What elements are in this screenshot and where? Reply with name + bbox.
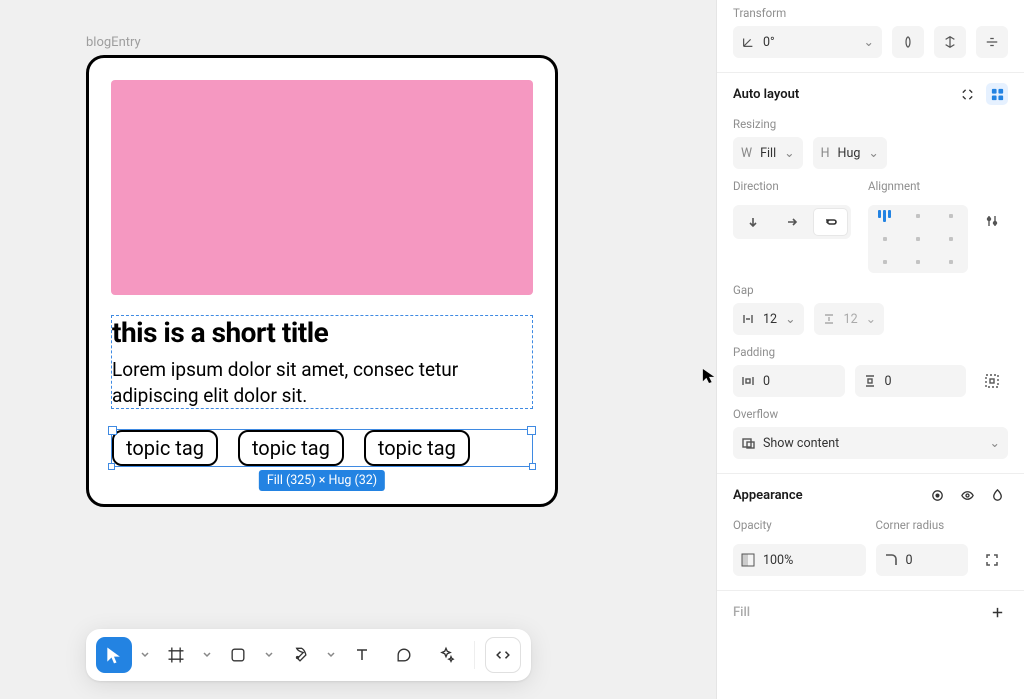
gap-horizontal-icon bbox=[741, 312, 755, 326]
pen-tool-button[interactable] bbox=[282, 637, 318, 673]
style-button[interactable] bbox=[926, 484, 948, 506]
direction-wrap-button[interactable] bbox=[814, 209, 847, 235]
fill-title: Fill bbox=[733, 605, 750, 620]
height-mode-value: Hug bbox=[838, 146, 861, 161]
corner-icon bbox=[884, 553, 898, 567]
dev-mode-button[interactable] bbox=[485, 637, 521, 673]
padding-horizontal-input[interactable]: 0 bbox=[733, 365, 845, 397]
width-resizing-select[interactable]: WFill ⌄ bbox=[733, 137, 803, 169]
add-autolayout-button[interactable] bbox=[986, 83, 1008, 105]
corner-value: 0 bbox=[906, 553, 913, 568]
overflow-value: Show content bbox=[763, 436, 839, 451]
direction-horizontal-button[interactable] bbox=[776, 209, 809, 235]
gap-value: 12 bbox=[763, 312, 777, 327]
appearance-title: Appearance bbox=[733, 488, 803, 503]
advanced-layout-button[interactable] bbox=[976, 205, 1008, 237]
gap-main-input[interactable]: 12 ⌄ bbox=[733, 303, 804, 335]
auto-layout-section: Auto layout Resizing WFill ⌄ HHug ⌄ Dire… bbox=[717, 73, 1024, 474]
individual-padding-button[interactable] bbox=[976, 365, 1008, 397]
comment-tool-button[interactable] bbox=[386, 637, 422, 673]
shape-tool-caret[interactable] bbox=[262, 650, 276, 660]
topic-tag[interactable]: topic tag bbox=[112, 430, 218, 466]
tools-toolbar bbox=[86, 629, 531, 681]
chevron-down-icon: ⌄ bbox=[866, 311, 876, 327]
pen-tool-caret[interactable] bbox=[324, 650, 338, 660]
shape-tool-button[interactable] bbox=[220, 637, 256, 673]
chevron-down-icon: ⌄ bbox=[868, 145, 878, 161]
gap-label: Gap bbox=[733, 283, 1008, 297]
move-tool-caret[interactable] bbox=[138, 650, 152, 660]
topic-tag[interactable]: topic tag bbox=[364, 430, 470, 466]
fill-section: Fill bbox=[717, 591, 1024, 637]
chevron-down-icon: ⌄ bbox=[784, 145, 794, 161]
direction-vertical-button[interactable] bbox=[737, 209, 770, 235]
rotation-value: 0° bbox=[763, 35, 775, 50]
opacity-value: 100% bbox=[763, 553, 793, 568]
flip-horizontal-button[interactable] bbox=[892, 26, 924, 58]
padding-h-value: 0 bbox=[763, 374, 770, 389]
tag-row-selection[interactable]: topic tag topic tag topic tag Fill (325)… bbox=[111, 429, 533, 467]
visibility-button[interactable] bbox=[956, 484, 978, 506]
selection-dimensions-badge: Fill (325) × Hug (32) bbox=[259, 470, 385, 491]
width-mode-value: Fill bbox=[760, 146, 776, 161]
frame-blogentry[interactable]: this is a short title Lorem ipsum dolor … bbox=[86, 55, 558, 507]
design-canvas[interactable]: blogEntry this is a short title Lorem ip… bbox=[0, 0, 716, 699]
padding-vertical-input[interactable]: 0 bbox=[855, 365, 967, 397]
direction-group bbox=[733, 205, 851, 239]
toolbar-separator bbox=[474, 641, 475, 669]
blog-body-text[interactable]: Lorem ipsum dolor sit amet, consec tetur… bbox=[112, 357, 532, 408]
chevron-down-icon: ⌄ bbox=[990, 435, 1000, 451]
text-tool-button[interactable] bbox=[344, 637, 380, 673]
gap-cross-input[interactable]: 12 ⌄ bbox=[814, 303, 885, 335]
ai-tool-button[interactable] bbox=[428, 637, 464, 673]
add-fill-button[interactable] bbox=[986, 601, 1008, 623]
angle-icon bbox=[741, 35, 755, 49]
topic-tag[interactable]: topic tag bbox=[238, 430, 344, 466]
direction-label: Direction bbox=[733, 179, 858, 193]
hero-rectangle[interactable] bbox=[111, 80, 533, 295]
opacity-input[interactable]: 100% bbox=[733, 544, 866, 576]
text-block-selection[interactable]: this is a short title Lorem ipsum dolor … bbox=[111, 315, 533, 409]
individual-corners-button[interactable] bbox=[976, 544, 1008, 576]
transform-label: Transform bbox=[733, 6, 1008, 20]
padding-vertical-icon bbox=[863, 374, 877, 388]
chevron-down-icon: ⌄ bbox=[785, 311, 795, 327]
resizing-label: Resizing bbox=[733, 117, 1008, 131]
align-tidy-button[interactable] bbox=[976, 26, 1008, 58]
transform-section: Transform 0° ⌄ bbox=[717, 0, 1024, 73]
padding-v-value: 0 bbox=[885, 374, 892, 389]
alignment-label: Alignment bbox=[868, 179, 1008, 193]
height-resizing-select[interactable]: HHug ⌄ bbox=[813, 137, 887, 169]
frame-tool-caret[interactable] bbox=[200, 650, 214, 660]
gap-vertical-icon bbox=[822, 312, 836, 326]
overflow-icon bbox=[741, 436, 755, 450]
corner-radius-label: Corner radius bbox=[876, 518, 1009, 532]
frame-tool-button[interactable] bbox=[158, 637, 194, 673]
design-panel[interactable]: Transform 0° ⌄ Auto layout Resizing bbox=[716, 0, 1024, 699]
move-tool-button[interactable] bbox=[96, 637, 132, 673]
alignment-top-left[interactable] bbox=[878, 210, 891, 222]
opacity-icon bbox=[741, 553, 755, 567]
remove-autolayout-button[interactable] bbox=[956, 83, 978, 105]
overflow-select[interactable]: Show content ⌄ bbox=[733, 427, 1008, 459]
alignment-grid[interactable] bbox=[868, 205, 968, 273]
gap-cross-value: 12 bbox=[844, 312, 858, 327]
padding-horizontal-icon bbox=[741, 374, 755, 388]
overflow-label: Overflow bbox=[733, 407, 1008, 421]
flip-vertical-button[interactable] bbox=[934, 26, 966, 58]
blend-mode-button[interactable] bbox=[986, 484, 1008, 506]
auto-layout-title: Auto layout bbox=[733, 87, 799, 102]
rotation-input[interactable]: 0° ⌄ bbox=[733, 26, 882, 58]
cursor-icon bbox=[702, 368, 716, 384]
opacity-label: Opacity bbox=[733, 518, 866, 532]
appearance-section: Appearance Opacity 100% Corner radius 0 bbox=[717, 474, 1024, 591]
frame-name-label[interactable]: blogEntry bbox=[86, 35, 141, 50]
chevron-down-icon: ⌄ bbox=[864, 34, 874, 50]
blog-title-text[interactable]: this is a short title bbox=[112, 316, 532, 349]
padding-label: Padding bbox=[733, 345, 1008, 359]
corner-radius-input[interactable]: 0 bbox=[876, 544, 969, 576]
